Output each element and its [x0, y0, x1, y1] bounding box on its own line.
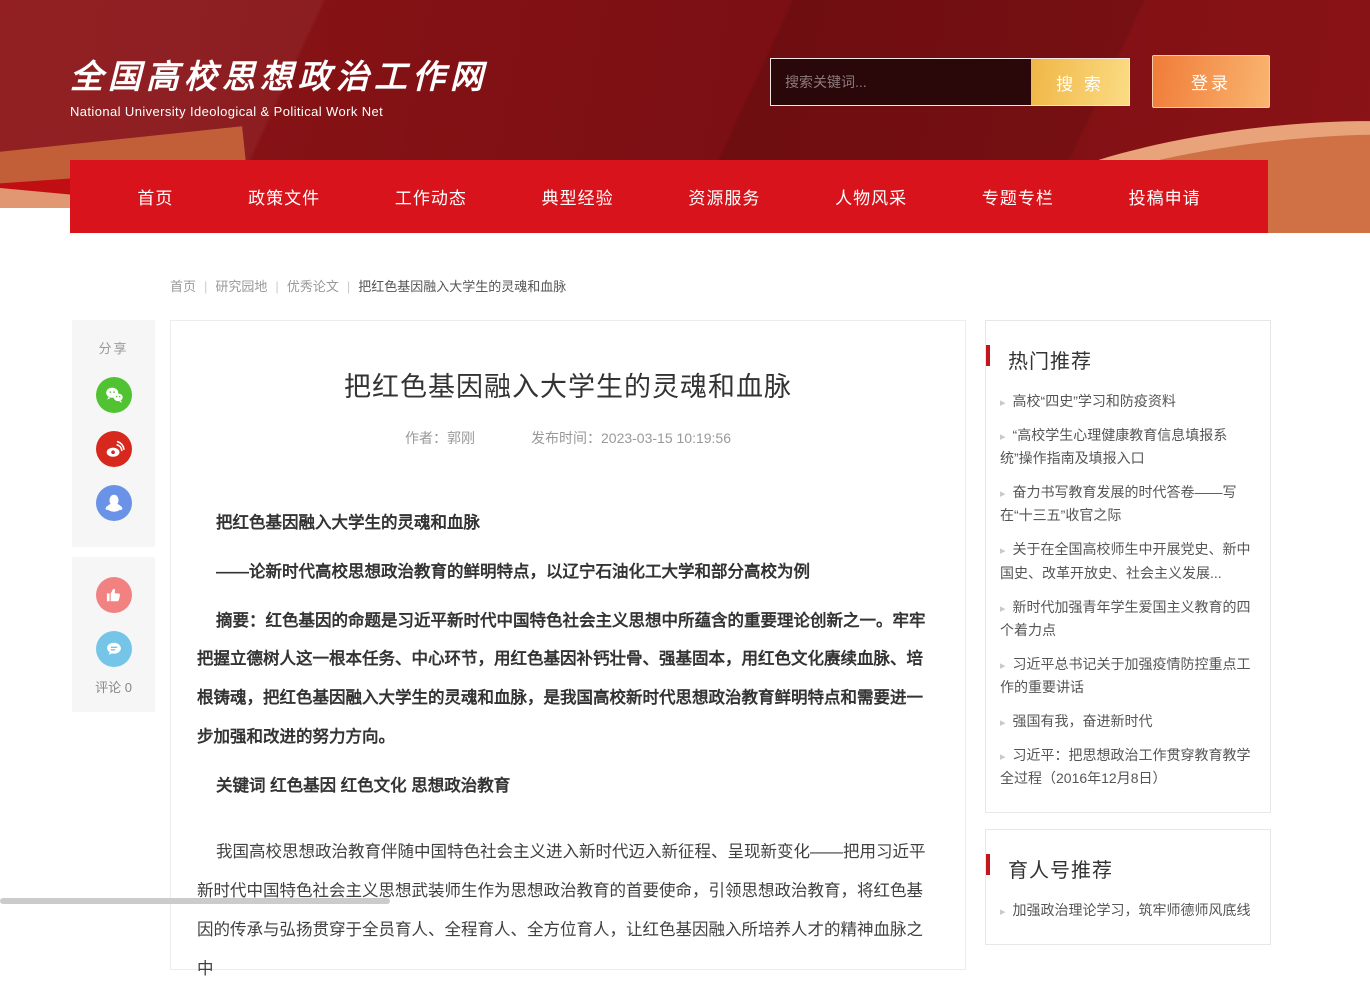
- recommend-list-item[interactable]: ▸高校“四史”学习和防疫资料: [1000, 390, 1256, 413]
- login-button[interactable]: 登录: [1152, 55, 1270, 108]
- horizontal-scrollbar-thumb[interactable]: [0, 898, 390, 904]
- nav-item[interactable]: 工作动态: [395, 184, 467, 209]
- comment-button[interactable]: [96, 631, 132, 667]
- triangle-bullet-icon: ▸: [1000, 397, 1006, 409]
- article-paragraph: ——论新时代高校思想政治教育的鲜明特点，以辽宁石油化工大学和部分高校为例: [197, 553, 939, 592]
- wechat-share-button[interactable]: [96, 377, 132, 413]
- yuren-recommend-list: ▸加强政治理论学习，筑牢师德师风底线: [1000, 899, 1256, 922]
- triangle-bullet-icon: ▸: [1000, 603, 1006, 615]
- search-input[interactable]: [771, 59, 1031, 105]
- triangle-bullet-icon: ▸: [1000, 545, 1006, 557]
- breadcrumb-item[interactable]: 研究园地: [215, 279, 286, 294]
- article-publish-time: 发布时间：2023-03-15 10:19:56: [531, 428, 731, 448]
- article-title: 把红色基因融入大学生的灵魂和血脉: [211, 365, 925, 404]
- recommend-list-item[interactable]: ▸习近平总书记关于加强疫情防控重点工作的重要讲话: [1000, 653, 1256, 699]
- article-author: 作者：郭刚: [405, 428, 475, 448]
- site-logo-subtitle: National University Ideological & Politi…: [70, 104, 488, 119]
- article-panel: 把红色基因融入大学生的灵魂和血脉 作者：郭刚 发布时间：2023-03-15 1…: [170, 320, 966, 970]
- site-logo-title: 全国高校思想政治工作网: [70, 50, 488, 98]
- main-nav: 首页 政策文件 工作动态 典型经验 资源服务 人物风采 专题专栏 投稿申请: [70, 160, 1268, 233]
- breadcrumb-item[interactable]: 把红色基因融入大学生的灵魂和血脉: [358, 279, 566, 294]
- breadcrumb-item[interactable]: 首页: [170, 279, 215, 294]
- nav-item[interactable]: 专题专栏: [982, 184, 1054, 209]
- share-column: 分享: [72, 320, 155, 712]
- nav-item[interactable]: 人物风采: [835, 184, 907, 209]
- recommend-list-item[interactable]: ▸强国有我，奋进新时代: [1000, 710, 1256, 733]
- triangle-bullet-icon: ▸: [1000, 660, 1006, 672]
- triangle-bullet-icon: ▸: [1000, 751, 1006, 763]
- like-icon: [104, 585, 124, 605]
- triangle-bullet-icon: ▸: [1000, 906, 1006, 918]
- recommend-list-item[interactable]: ▸奋力书写教育发展的时代答卷——写在“十三五”收官之际: [1000, 481, 1256, 527]
- yuren-recommend-box: 育人号推荐 ▸加强政治理论学习，筑牢师德师风底线: [985, 829, 1271, 945]
- share-label: 分享: [98, 338, 128, 357]
- article-paragraph: 摘要：红色基因的命题是习近平新时代中国特色社会主义思想中所蕴含的重要理论创新之一…: [197, 602, 939, 757]
- weibo-icon: [103, 438, 125, 460]
- article-meta: 作者：郭刚 发布时间：2023-03-15 10:19:56: [171, 428, 965, 448]
- recommend-list-item[interactable]: ▸习近平：把思想政治工作贯穿教育教学全过程（2016年12月8日）: [1000, 744, 1256, 790]
- search-button[interactable]: 搜 索: [1031, 59, 1129, 105]
- like-button[interactable]: [96, 577, 132, 613]
- recommend-list-item[interactable]: ▸关于在全国高校师生中开展党史、新中国史、改革开放史、社会主义发展...: [1000, 538, 1256, 584]
- hot-recommend-list: ▸高校“四史”学习和防疫资料 ▸“高校学生心理健康教育信息填报系统”操作指南及填报…: [1000, 390, 1256, 790]
- hot-recommend-title: 热门推荐: [1000, 345, 1256, 374]
- breadcrumb-item[interactable]: 优秀论文: [287, 279, 358, 294]
- article-paragraph: 关键词 红色基因 红色文化 思想政治教育: [197, 767, 939, 806]
- article-paragraph: 把红色基因融入大学生的灵魂和血脉: [197, 504, 939, 543]
- article-paragraph: 我国高校思想政治教育伴随中国特色社会主义进入新时代迈入新征程、呈现新变化——把用…: [197, 833, 939, 988]
- hot-recommend-box: 热门推荐 ▸高校“四史”学习和防疫资料 ▸“高校学生心理健康教育信息填报系统”操作…: [985, 320, 1271, 813]
- site-logo[interactable]: 全国高校思想政治工作网 National University Ideologi…: [70, 50, 488, 119]
- breadcrumb: 首页研究园地优秀论文把红色基因融入大学生的灵魂和血脉: [170, 276, 566, 295]
- comment-icon: [104, 639, 124, 659]
- right-sidebar: 热门推荐 ▸高校“四史”学习和防疫资料 ▸“高校学生心理健康教育信息填报系统”操作…: [985, 320, 1271, 961]
- triangle-bullet-icon: ▸: [1000, 488, 1006, 500]
- nav-item[interactable]: 典型经验: [542, 184, 614, 209]
- nav-item[interactable]: 投稿申请: [1129, 184, 1201, 209]
- weibo-share-button[interactable]: [96, 431, 132, 467]
- share-block: 分享: [72, 320, 155, 547]
- nav-item[interactable]: 首页: [137, 184, 173, 209]
- recommend-list-item[interactable]: ▸“高校学生心理健康教育信息填报系统”操作指南及填报入口: [1000, 424, 1256, 470]
- nav-item[interactable]: 资源服务: [688, 184, 760, 209]
- recommend-list-item[interactable]: ▸加强政治理论学习，筑牢师德师风底线: [1000, 899, 1256, 922]
- qq-icon: [103, 492, 125, 514]
- comment-count-label: 评论 0: [95, 677, 132, 696]
- site-header: 全国高校思想政治工作网 National University Ideologi…: [0, 0, 1370, 233]
- wechat-icon: [103, 384, 125, 406]
- search-box: 搜 索: [770, 58, 1130, 106]
- triangle-bullet-icon: ▸: [1000, 431, 1006, 443]
- article-body: 把红色基因融入大学生的灵魂和血脉 ——论新时代高校思想政治教育的鲜明特点，以辽宁石…: [171, 504, 965, 988]
- qq-share-button[interactable]: [96, 485, 132, 521]
- triangle-bullet-icon: ▸: [1000, 717, 1006, 729]
- reaction-block: 评论 0: [72, 557, 155, 712]
- nav-item[interactable]: 政策文件: [248, 184, 320, 209]
- recommend-list-item[interactable]: ▸新时代加强青年学生爱国主义教育的四个着力点: [1000, 596, 1256, 642]
- yuren-recommend-title: 育人号推荐: [1000, 854, 1256, 883]
